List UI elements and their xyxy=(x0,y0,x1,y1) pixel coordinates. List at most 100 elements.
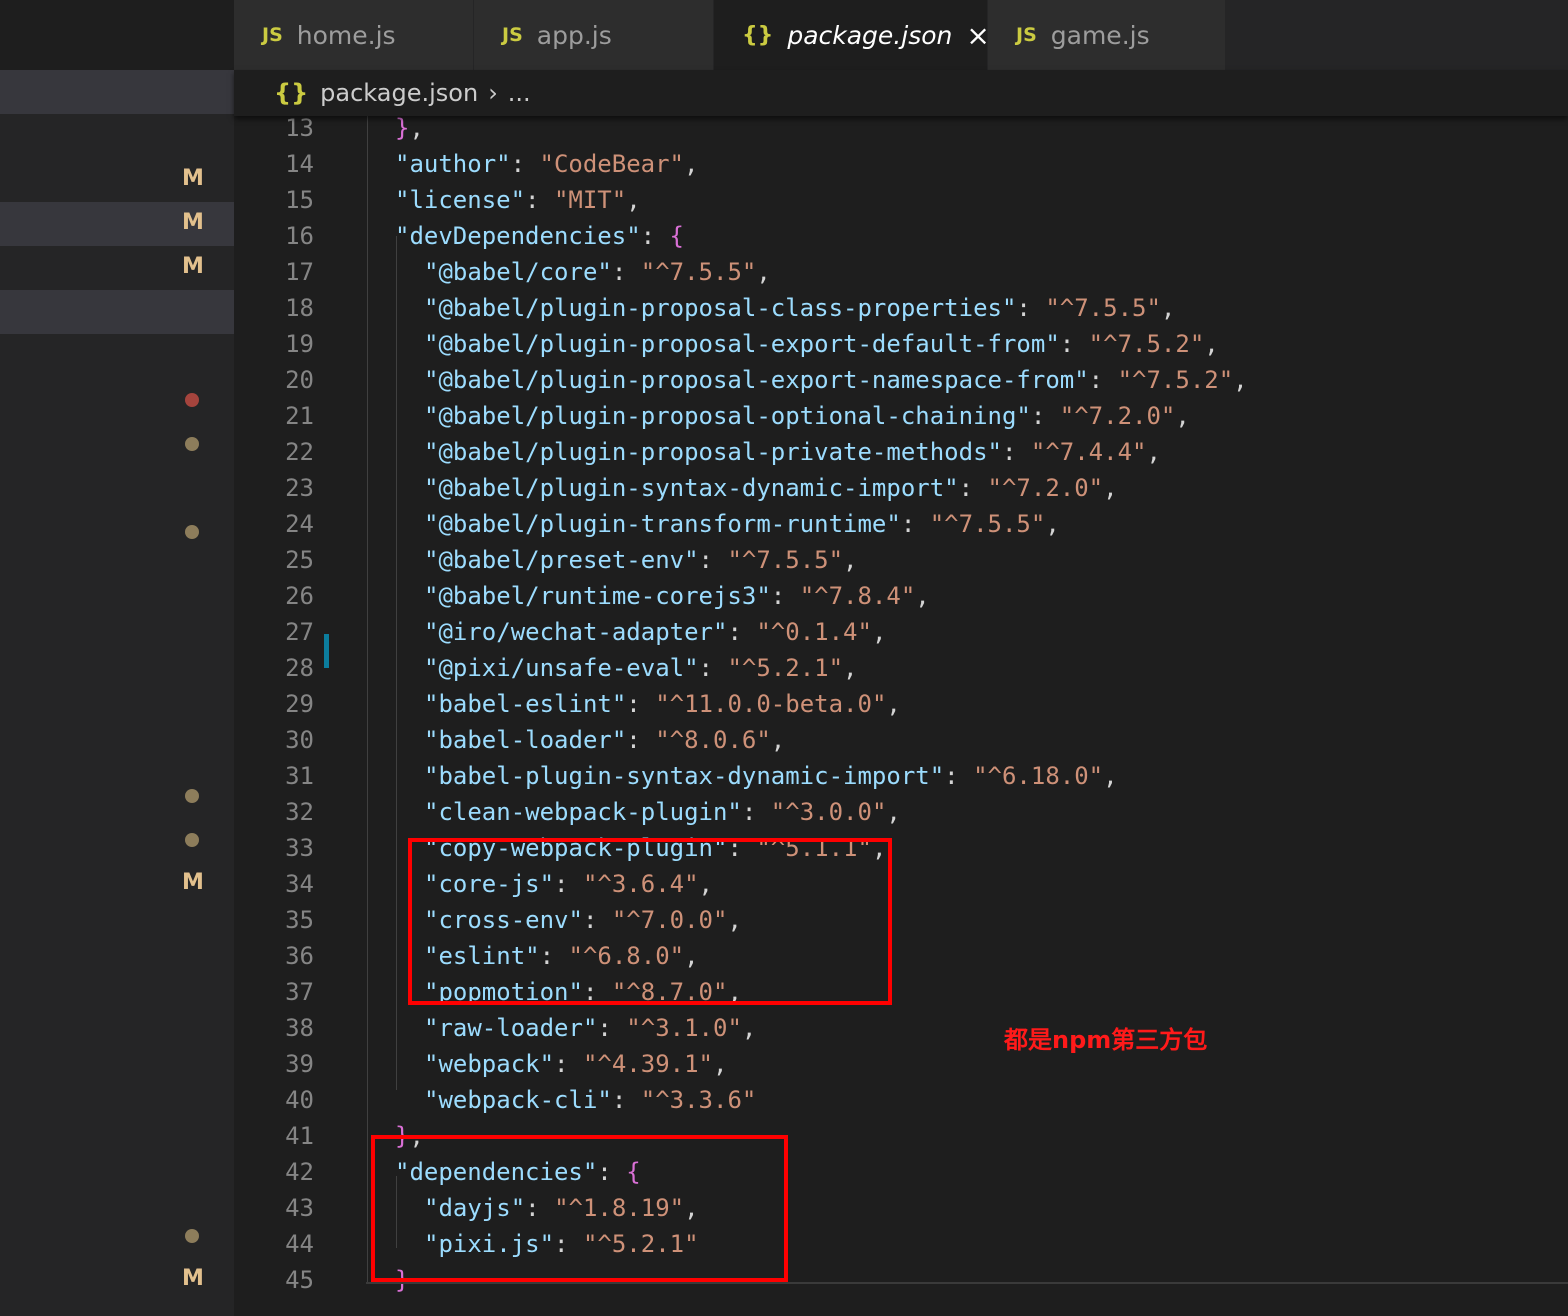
code-line[interactable]: 30 "babel-loader": "^8.0.6", xyxy=(234,722,785,758)
code-line[interactable]: 43 "dayjs": "^1.8.19", xyxy=(234,1190,698,1226)
json-key: "raw-loader" xyxy=(424,1014,598,1042)
line-number: 45 xyxy=(285,1266,314,1294)
punctuation: , xyxy=(684,150,699,178)
line-number: 31 xyxy=(285,762,314,790)
code-line[interactable]: 32 "clean-webpack-plugin": "^3.0.0", xyxy=(234,794,901,830)
code-text: "@babel/plugin-proposal-private-methods"… xyxy=(424,434,1161,470)
line-number: 43 xyxy=(285,1194,314,1222)
punctuation: : xyxy=(944,762,974,790)
punctuation: : xyxy=(958,474,988,502)
code-line[interactable]: 37 "popmotion": "^8.7.0", xyxy=(234,974,742,1010)
code-text: "@pixi/unsafe-eval": "^5.2.1", xyxy=(424,650,858,686)
code-line[interactable]: 26 "@babel/runtime-corejs3": "^7.8.4", xyxy=(234,578,930,614)
json-key: "@babel/preset-env" xyxy=(424,546,699,574)
line-number: 21 xyxy=(285,402,314,430)
tab-home-js[interactable]: JS home.js xyxy=(234,0,474,70)
code-line[interactable]: 16 "devDependencies": { xyxy=(234,218,684,254)
code-line[interactable]: 36 "eslint": "^6.8.0", xyxy=(234,938,698,974)
line-number: 32 xyxy=(285,798,314,826)
sidebar-header xyxy=(0,0,234,70)
code-line[interactable]: 20 "@babel/plugin-proposal-export-namespa… xyxy=(234,362,1248,398)
code-text: "babel-plugin-syntax-dynamic-import": "^… xyxy=(424,758,1118,794)
code-line[interactable]: 44 "pixi.js": "^5.2.1" xyxy=(234,1226,698,1262)
code-line[interactable]: 18 "@babel/plugin-proposal-class-properti… xyxy=(234,290,1175,326)
code-line[interactable]: 34 "core-js": "^3.6.4", xyxy=(234,866,713,902)
json-key: "babel-eslint" xyxy=(424,690,627,718)
code-line[interactable]: 29 "babel-eslint": "^11.0.0-beta.0", xyxy=(234,686,901,722)
code-line[interactable]: 40 "webpack-cli": "^3.3.6" xyxy=(234,1082,756,1118)
code-text: "@babel/runtime-corejs3": "^7.8.4", xyxy=(424,578,930,614)
tab-package-json[interactable]: {} package.json × xyxy=(714,0,990,70)
line-number: 28 xyxy=(285,654,314,682)
javascript-file-icon: JS xyxy=(502,24,523,46)
punctuation: , xyxy=(770,726,786,754)
tab-game-js[interactable]: JS game.js xyxy=(988,0,1226,70)
code-line[interactable]: 31 "babel-plugin-syntax-dynamic-import": … xyxy=(234,758,1117,794)
horizontal-scrollbar[interactable] xyxy=(366,1282,1568,1284)
line-number: 17 xyxy=(285,258,314,286)
code-line[interactable]: 38 "raw-loader": "^3.1.0", xyxy=(234,1010,756,1046)
git-modified-marker: M xyxy=(182,1266,204,1291)
sidebar-row-selected[interactable] xyxy=(0,70,234,114)
punctuation: : xyxy=(611,1086,641,1114)
code-line[interactable]: 42 "dependencies": { xyxy=(234,1154,641,1190)
line-number: 42 xyxy=(285,1158,314,1186)
json-value: "MIT" xyxy=(553,186,627,214)
code-text: "@babel/preset-env": "^7.5.5", xyxy=(424,542,858,578)
line-number: 40 xyxy=(285,1086,314,1114)
json-key: "babel-loader" xyxy=(424,726,627,754)
tab-label: game.js xyxy=(1050,20,1150,50)
punctuation: , xyxy=(741,1014,757,1042)
punctuation: , xyxy=(915,582,930,610)
json-value: "^4.39.1" xyxy=(582,1050,713,1078)
code-line[interactable]: 41}, xyxy=(234,1118,424,1154)
code-line[interactable]: 24 "@babel/plugin-transform-runtime": "^7… xyxy=(234,506,1060,542)
code-line[interactable]: 17 "@babel/core": "^7.5.5", xyxy=(234,254,771,290)
code-line[interactable]: 25 "@babel/preset-env": "^7.5.5", xyxy=(234,542,857,578)
code-line[interactable]: 33 "copy-webpack-plugin": "^5.1.1", xyxy=(234,830,886,866)
code-line[interactable]: 28 "@pixi/unsafe-eval": "^5.2.1", xyxy=(234,650,857,686)
json-key: "@babel/plugin-proposal-private-methods" xyxy=(424,438,1002,466)
line-number: 14 xyxy=(285,150,314,178)
sidebar-row-highlight[interactable] xyxy=(0,290,234,334)
breadcrumb-symbol[interactable]: ... xyxy=(508,79,531,107)
punctuation: , xyxy=(1233,366,1248,394)
json-value: "CodeBear" xyxy=(539,150,685,178)
punctuation: , xyxy=(1204,330,1219,358)
bracket: } xyxy=(395,116,410,142)
code-text: "@babel/plugin-transform-runtime": "^7.5… xyxy=(424,506,1060,542)
line-number: 39 xyxy=(285,1050,314,1078)
code-line[interactable]: 13}, xyxy=(234,116,424,146)
code-text: "author": "CodeBear", xyxy=(395,146,698,182)
code-line[interactable]: 23 "@babel/plugin-syntax-dynamic-import":… xyxy=(234,470,1117,506)
json-file-icon: {} xyxy=(274,79,309,107)
line-number: 33 xyxy=(285,834,314,862)
code-line[interactable]: 19 "@babel/plugin-proposal-export-default… xyxy=(234,326,1219,362)
code-line[interactable]: 14 "author": "CodeBear", xyxy=(234,146,698,182)
punctuation: , xyxy=(409,116,424,142)
code-line[interactable]: 15 "license": "MIT", xyxy=(234,182,641,218)
line-number: 38 xyxy=(285,1014,314,1042)
punctuation: : xyxy=(698,654,728,682)
code-line[interactable]: 45} xyxy=(234,1262,409,1298)
code-text: "@babel/core": "^7.5.5", xyxy=(424,254,771,290)
json-value: "^8.0.6" xyxy=(655,726,771,754)
json-file-icon: {} xyxy=(742,22,774,48)
line-number: 20 xyxy=(285,366,314,394)
json-key: "@babel/plugin-proposal-optional-chainin… xyxy=(424,402,1031,430)
punctuation: : xyxy=(1059,330,1089,358)
punctuation: , xyxy=(843,654,858,682)
code-line[interactable]: 39 "webpack": "^4.39.1", xyxy=(234,1046,727,1082)
tab-app-js[interactable]: JS app.js xyxy=(474,0,714,70)
code-line[interactable]: 35 "cross-env": "^7.0.0", xyxy=(234,902,742,938)
code-line[interactable]: 22 "@babel/plugin-proposal-private-method… xyxy=(234,434,1161,470)
code-line[interactable]: 21 "@babel/plugin-proposal-optional-chain… xyxy=(234,398,1190,434)
json-key: "webpack-cli" xyxy=(424,1086,612,1114)
indent-guide xyxy=(367,116,368,1282)
code-line[interactable]: 27 "@iro/wechat-adapter": "^0.1.4", xyxy=(234,614,886,650)
breadcrumb-file[interactable]: package.json xyxy=(320,79,478,107)
highlight-box-devdependencies xyxy=(408,838,892,1005)
close-icon[interactable]: × xyxy=(966,19,989,52)
punctuation: , xyxy=(1175,402,1190,430)
json-key: "author" xyxy=(395,150,511,178)
